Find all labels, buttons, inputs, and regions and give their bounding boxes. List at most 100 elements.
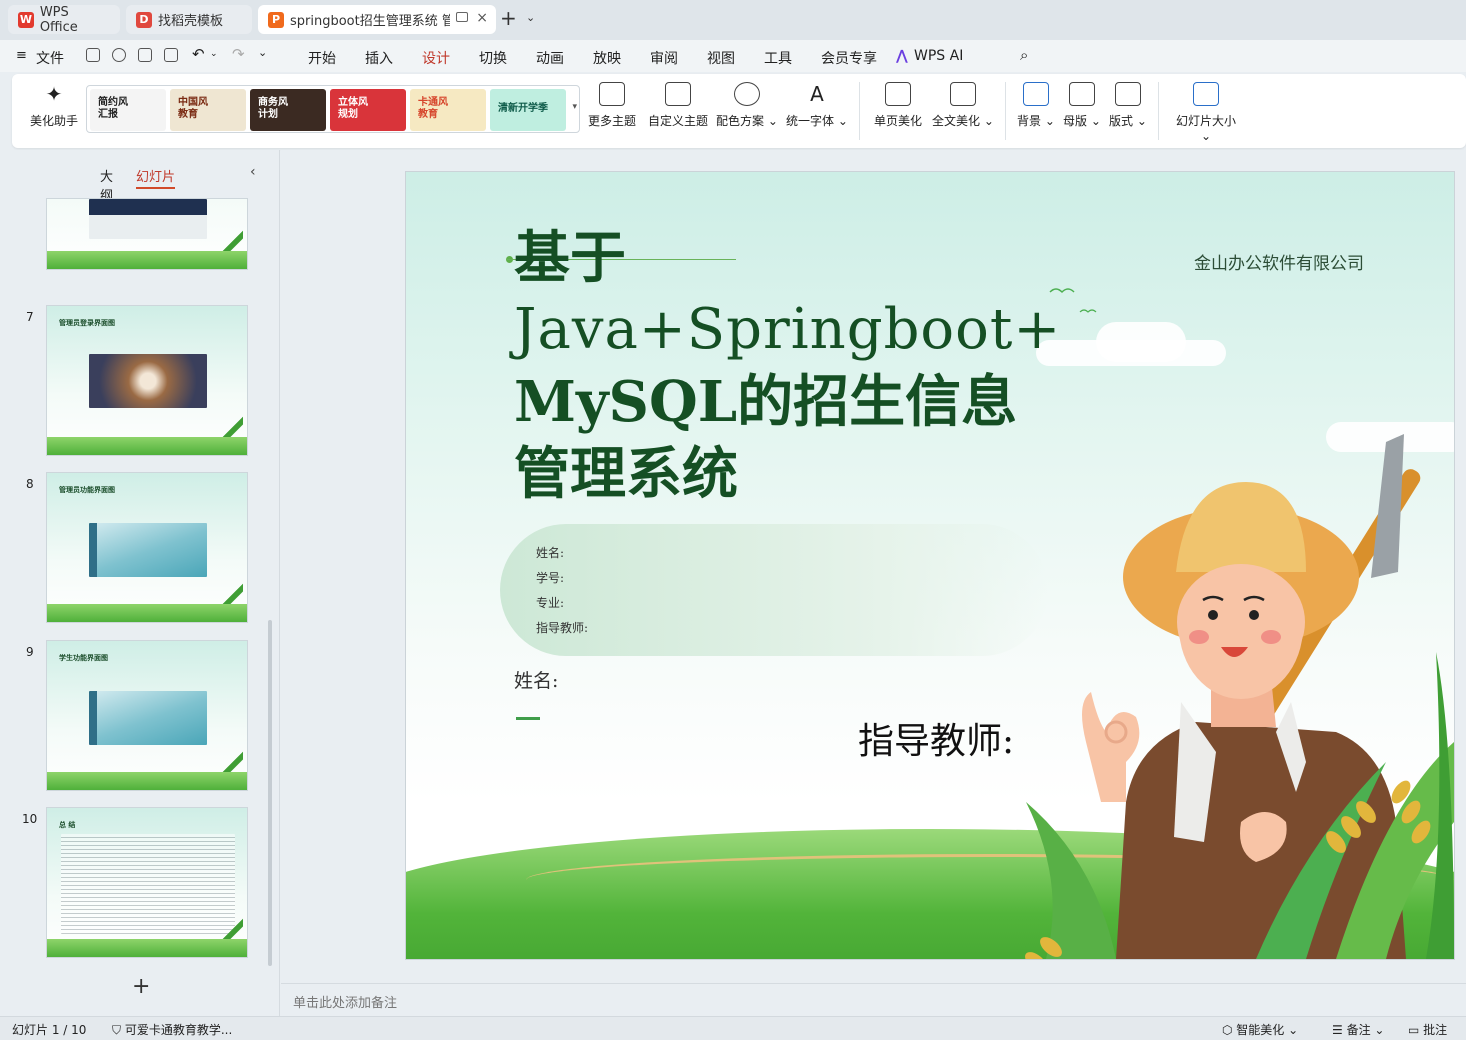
tab-slides[interactable]: 幻灯片 — [136, 166, 176, 189]
redo-icon[interactable]: ↷ — [232, 45, 245, 63]
theme-thumb-3d[interactable]: 立体风 规划 — [330, 89, 406, 131]
theme-thumb-label: 卡通风 教育 — [418, 97, 448, 120]
screenshot-image — [89, 691, 207, 745]
window-icon[interactable] — [456, 12, 468, 22]
undo-dropdown-icon[interactable]: ⌄ — [210, 49, 218, 59]
more-chevron-icon[interactable]: ⌄ — [258, 46, 267, 59]
new-tab-icon[interactable]: + — [500, 6, 517, 30]
theme-thumb-cartoon[interactable]: 卡通风 教育 — [410, 89, 486, 131]
menu-view[interactable]: 视图 — [707, 48, 735, 68]
smart-beautify-button[interactable]: ⬡ 智能美化 ⌄ — [1222, 1021, 1298, 1038]
gallery-expand-icon[interactable]: ▾ — [572, 102, 577, 112]
smart-beautify-label: 智能美化 — [1236, 1023, 1285, 1037]
unify-font-button[interactable]: A 统一字体 ⌄ — [786, 82, 848, 129]
chevron-down-icon: ⌄ — [980, 114, 994, 128]
farmer-illustration — [1025, 434, 1454, 959]
theme-name-button[interactable]: ⛉ 可爱卡通教育教学... — [112, 1021, 232, 1038]
layout-button[interactable]: 版式 ⌄ — [1108, 82, 1148, 129]
undo-icon[interactable]: ↶ — [192, 45, 205, 63]
palette-icon — [734, 82, 760, 106]
menu-slideshow[interactable]: 放映 — [593, 48, 621, 68]
custom-theme-button[interactable]: 自定义主题 — [646, 82, 710, 129]
slide-title-line: 管理系统 — [514, 441, 738, 507]
beautify-icon: ⬡ — [1222, 1023, 1237, 1037]
theme-thumb-simple[interactable]: 简约风 汇报 — [90, 89, 166, 131]
layout-icon — [1115, 82, 1141, 106]
wps-logo-icon: W — [18, 11, 34, 28]
name-label[interactable]: 姓名: — [514, 666, 558, 693]
notes-pane[interactable]: 单击此处添加备注 — [281, 983, 1466, 1016]
panel-scrollbar[interactable] — [268, 620, 272, 966]
print-icon[interactable] — [138, 48, 152, 62]
info-advisor[interactable]: 指导教师: — [536, 619, 588, 636]
slide-size-button[interactable]: 幻灯片大小 ⌄ — [1170, 82, 1242, 143]
menu-file[interactable]: 文件 — [36, 48, 64, 68]
single-page-beautify-icon — [885, 82, 911, 106]
slide-thumbnail-title: 学生功能界面图 — [59, 654, 108, 662]
slide-thumbnail[interactable]: 总 结 — [46, 807, 248, 958]
chevron-down-icon: ⌄ — [834, 114, 848, 128]
design-ribbon: ✦ 美化助手 简约风 汇报 中国风 教育 商务风 计划 立体风 规划 卡通风 教… — [12, 74, 1466, 148]
notes-label: 备注 — [1346, 1023, 1371, 1037]
menu-tools[interactable]: 工具 — [764, 48, 792, 68]
theme-gallery: 简约风 汇报 中国风 教育 商务风 计划 立体风 规划 卡通风 教育 清新开学季… — [86, 85, 580, 133]
chevron-down-icon: ⌄ — [1041, 114, 1055, 128]
menu-home[interactable]: 开始 — [308, 48, 336, 68]
slide-thumbnail[interactable]: 学生功能界面图 — [46, 640, 248, 791]
menu-design[interactable]: 设计 — [422, 48, 450, 76]
beautify-assistant-button[interactable]: ✦ 美化助手 — [28, 82, 80, 129]
comment-button[interactable]: ▭ 批注 — [1408, 1021, 1447, 1038]
wps-ai-icon: ⋀ — [896, 48, 908, 64]
background-button[interactable]: 背景 ⌄ — [1016, 82, 1056, 129]
more-themes-button[interactable]: 更多主题 — [584, 82, 640, 129]
advisor-label[interactable]: 指导教师: — [858, 712, 1014, 764]
slide-thumbnail[interactable]: 管理员功能界面图 — [46, 472, 248, 623]
info-student-id[interactable]: 学号: — [536, 569, 564, 586]
slide-thumbnail[interactable]: 管理员登录界面图 — [46, 305, 248, 456]
chevron-down-icon: ⌄ — [1087, 114, 1101, 128]
theme-thumb-label: 简约风 汇报 — [98, 97, 128, 120]
share-icon[interactable] — [112, 48, 126, 62]
color-scheme-button[interactable]: 配色方案 ⌄ — [716, 82, 778, 129]
print-preview-icon[interactable] — [164, 48, 178, 62]
menu-animation[interactable]: 动画 — [536, 48, 564, 68]
menu-review[interactable]: 审阅 — [650, 48, 678, 68]
info-major[interactable]: 专业: — [536, 594, 564, 611]
menu-member[interactable]: 会员专享 — [821, 48, 877, 68]
single-page-beautify-button[interactable]: 单页美化 — [870, 82, 926, 129]
ground-decoration — [47, 604, 247, 622]
theme-thumb-business[interactable]: 商务风 计划 — [250, 89, 326, 131]
current-slide[interactable]: 基于 Java+Springboot+ MySQL的招生信息 管理系统 金山办公… — [406, 172, 1454, 959]
tab-wps-office[interactable]: W WPS Office — [8, 5, 120, 35]
full-beautify-button[interactable]: 全文美化 ⌄ — [932, 82, 994, 129]
background-icon — [1023, 82, 1049, 106]
tab-document[interactable]: P springboot招生管理系统 管 × — [258, 5, 496, 34]
menu-insert[interactable]: 插入 — [365, 48, 393, 68]
ground-decoration — [47, 251, 247, 269]
tab-document-label: springboot招生管理系统 管 — [290, 14, 450, 29]
save-icon[interactable] — [86, 48, 100, 62]
master-button[interactable]: 母版 ⌄ — [1062, 82, 1102, 129]
custom-theme-icon — [665, 82, 691, 106]
notes-button[interactable]: ☰ 备注 ⌄ — [1332, 1021, 1384, 1038]
theme-thumb-chinese[interactable]: 中国风 教育 — [170, 89, 246, 131]
menu-transition[interactable]: 切换 — [479, 48, 507, 68]
close-icon[interactable]: × — [476, 10, 488, 26]
magic-wand-icon: ✦ — [45, 82, 63, 106]
slide-number: 10 — [22, 812, 38, 826]
add-slide-icon[interactable]: + — [132, 974, 150, 999]
theme-thumb-label: 中国风 教育 — [178, 97, 208, 120]
slide-thumbnail-title: 管理员登录界面图 — [59, 319, 115, 327]
chevron-down-icon: ⌄ — [1370, 1023, 1385, 1037]
company-name[interactable]: 金山办公软件有限公司 — [1194, 249, 1364, 274]
slide-thumbnail[interactable] — [46, 198, 248, 270]
slide-title[interactable]: 基于 Java+Springboot+ MySQL的招生信息 管理系统 — [514, 222, 1060, 510]
search-icon[interactable]: ⌕ — [1020, 46, 1028, 64]
tab-templates[interactable]: D 找稻壳模板 — [126, 5, 252, 34]
menu-wps-ai[interactable]: WPS AI — [914, 48, 963, 64]
chevron-down-icon[interactable]: ⌄ — [526, 11, 535, 24]
collapse-panel-icon[interactable]: ‹ — [250, 164, 256, 180]
hamburger-icon[interactable]: ≡ — [16, 48, 27, 63]
info-name[interactable]: 姓名: — [536, 544, 564, 561]
theme-thumb-fresh[interactable]: 清新开学季 — [490, 89, 566, 131]
